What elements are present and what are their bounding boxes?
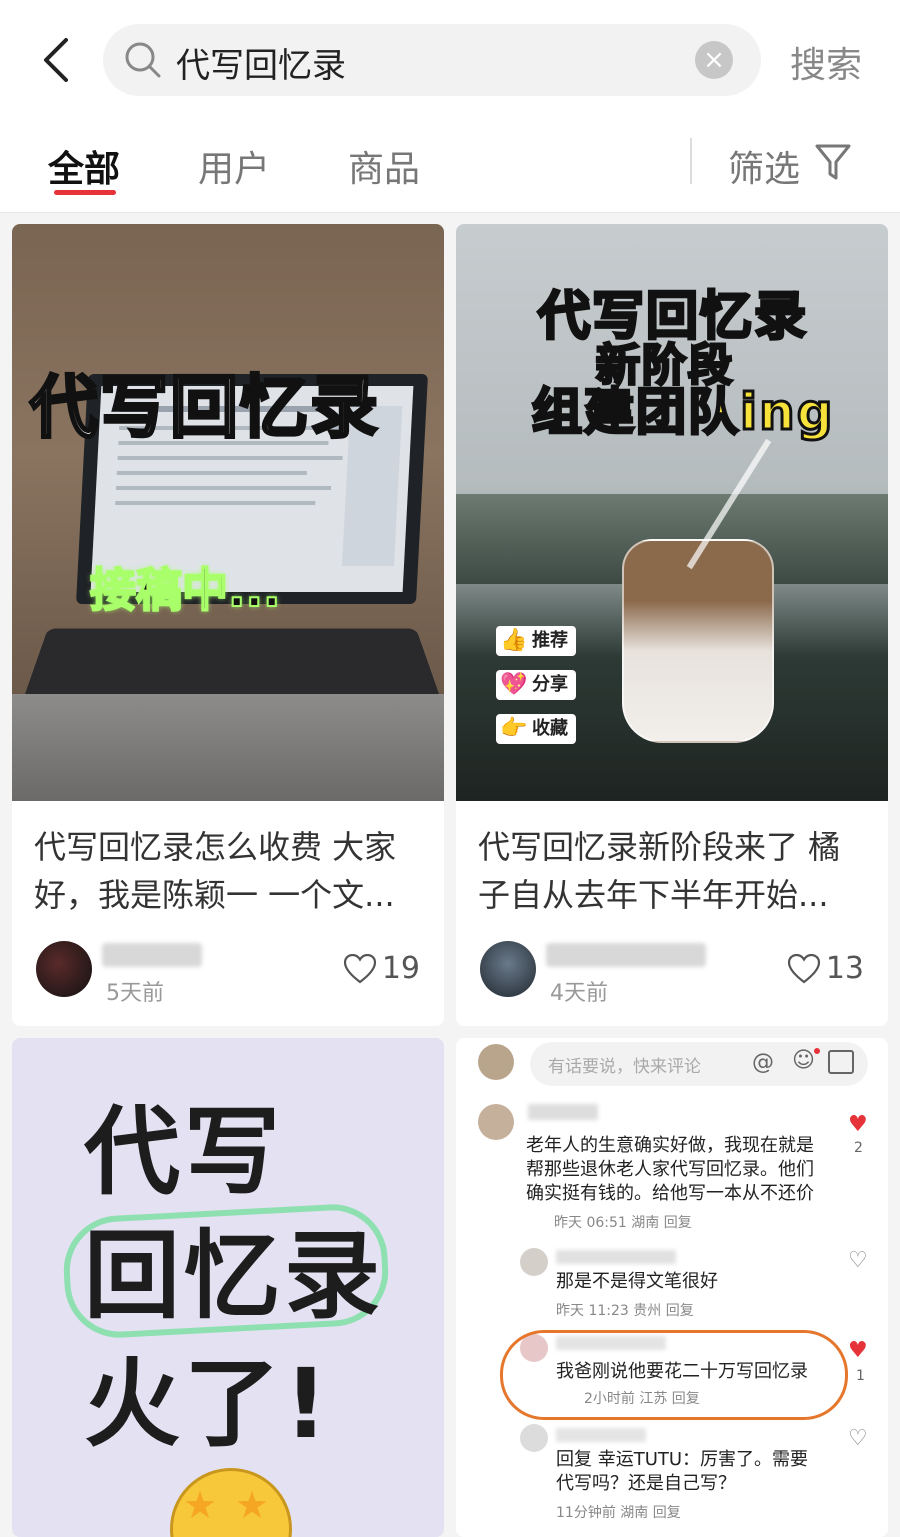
- emoji-icon: ☺: [792, 1048, 815, 1073]
- search-button[interactable]: 搜索: [790, 36, 862, 88]
- comment-input: 有话要说，快来评论 @ ☺: [530, 1042, 868, 1086]
- avatar: [520, 1424, 548, 1452]
- tab-all[interactable]: 全部: [48, 140, 120, 192]
- avatar[interactable]: [36, 941, 92, 997]
- post-cover-image: 代写回忆录 接稿中...: [12, 224, 444, 801]
- comment-meta: 2小时前 江苏 回复: [584, 1391, 700, 1407]
- comment-meta: 昨天 11:23 贵州 回复: [556, 1303, 694, 1319]
- star-eyes-emoji-icon: ★ ★: [170, 1468, 292, 1537]
- post-time: 5天前: [106, 981, 164, 1006]
- comment-text: 回复 幸运TUTU：厉害了。需要 代写吗？还是自己写？: [556, 1449, 809, 1494]
- tab-users[interactable]: 用户: [198, 140, 270, 192]
- heart-icon: [343, 953, 376, 984]
- heart-icon: ♥: [848, 1112, 868, 1137]
- avatar: [520, 1248, 548, 1276]
- coffee-cup: [622, 539, 774, 743]
- commenter-name-blurred: [556, 1250, 676, 1264]
- post-card[interactable]: 代写 回忆录 火了! ★ ★: [12, 1038, 444, 1537]
- heart-icon: [787, 953, 820, 984]
- cover-text-line2: 回忆录: [84, 1220, 384, 1332]
- tab-goods[interactable]: 商品: [348, 140, 420, 192]
- author-name-blurred[interactable]: [102, 943, 202, 967]
- at-icon: @: [752, 1050, 774, 1075]
- post-time: 4天前: [550, 981, 608, 1006]
- cover-subcaption: 接稿中...: [89, 562, 281, 618]
- thumbs-up-icon: 👍: [500, 628, 528, 653]
- commenter-name-blurred: [556, 1428, 646, 1442]
- back-button[interactable]: [34, 36, 78, 84]
- like-count[interactable]: 19: [343, 951, 420, 986]
- comment-likes: 2: [854, 1140, 863, 1156]
- author-name-blurred[interactable]: [546, 943, 706, 967]
- top-bar: 代写回忆录 × 搜索 全部 用户 商品 筛选: [0, 0, 900, 213]
- notify-dot: [814, 1048, 820, 1054]
- badge-favorite: 👉 收藏: [496, 714, 576, 744]
- cover-text-line1: 代写: [84, 1096, 284, 1208]
- heart-icon: ♥: [848, 1338, 868, 1363]
- clear-icon[interactable]: ×: [695, 41, 733, 79]
- post-title[interactable]: 代写回忆录新阶段来了 橘 子自从去年下半年开始...: [478, 823, 868, 919]
- post-card[interactable]: 代写回忆录 新阶段 组建团队ing 👍 推荐 💖 分享 👉 收藏 代写回忆录新阶段来了…: [456, 224, 888, 1026]
- post-title[interactable]: 代写回忆录怎么收费 大家 好，我是陈颖一 一个文...: [34, 823, 424, 919]
- pointing-hand-icon: 👉: [500, 716, 528, 741]
- commenter-name-blurred: [528, 1104, 598, 1120]
- filter-button[interactable]: 筛选: [728, 140, 800, 192]
- chevron-left-icon: [44, 38, 68, 82]
- comment-likes: 1: [856, 1368, 865, 1384]
- cover-text-line3: 火了!: [84, 1348, 332, 1460]
- post-cover-image: 代写回忆录 新阶段 组建团队ing 👍 推荐 💖 分享 👉 收藏: [456, 224, 888, 801]
- comment-meta: 昨天 06:51 湖南 回复: [554, 1215, 692, 1231]
- search-field[interactable]: 代写回忆录 ×: [103, 24, 761, 96]
- post-card[interactable]: 代写回忆录 接稿中... 代写回忆录怎么收费 大家 好，我是陈颖一 一个文...…: [12, 224, 444, 1026]
- search-icon: [123, 40, 163, 84]
- cover-caption-3: 组建团队ing: [531, 382, 835, 443]
- filter-icon[interactable]: [814, 142, 852, 186]
- divider: [690, 138, 692, 184]
- search-query[interactable]: 代写回忆录: [176, 38, 346, 87]
- heart-outline-icon: ♡: [848, 1426, 868, 1451]
- comment-text: 老年人的生意确实好做，我现在就是 帮那些退休老人家代写回忆录。他们 确实挺有钱的…: [526, 1135, 814, 1204]
- like-count[interactable]: 13: [787, 951, 864, 986]
- avatar[interactable]: [480, 941, 536, 997]
- laptop-base: [12, 694, 444, 801]
- post-card[interactable]: 有话要说，快来评论 @ ☺ 老年人的生意确实好做，我现在就是 帮那些退休老人家代…: [456, 1038, 888, 1537]
- heart-icon: 💖: [500, 672, 528, 697]
- comment-text: 我爸刚说他要花二十万写回忆录: [556, 1361, 808, 1382]
- comment-meta: 11分钟前 湖南 回复: [556, 1505, 681, 1521]
- badge-recommend: 👍 推荐: [496, 626, 576, 656]
- cover-caption: 代写回忆录: [28, 368, 381, 450]
- avatar: [478, 1044, 514, 1080]
- comment-text: 那是不是得文笔很好: [556, 1271, 718, 1292]
- image-icon: [828, 1050, 854, 1074]
- tab-indicator: [54, 190, 116, 195]
- avatar: [478, 1104, 514, 1140]
- heart-outline-icon: ♡: [848, 1248, 868, 1273]
- badge-share: 💖 分享: [496, 670, 576, 700]
